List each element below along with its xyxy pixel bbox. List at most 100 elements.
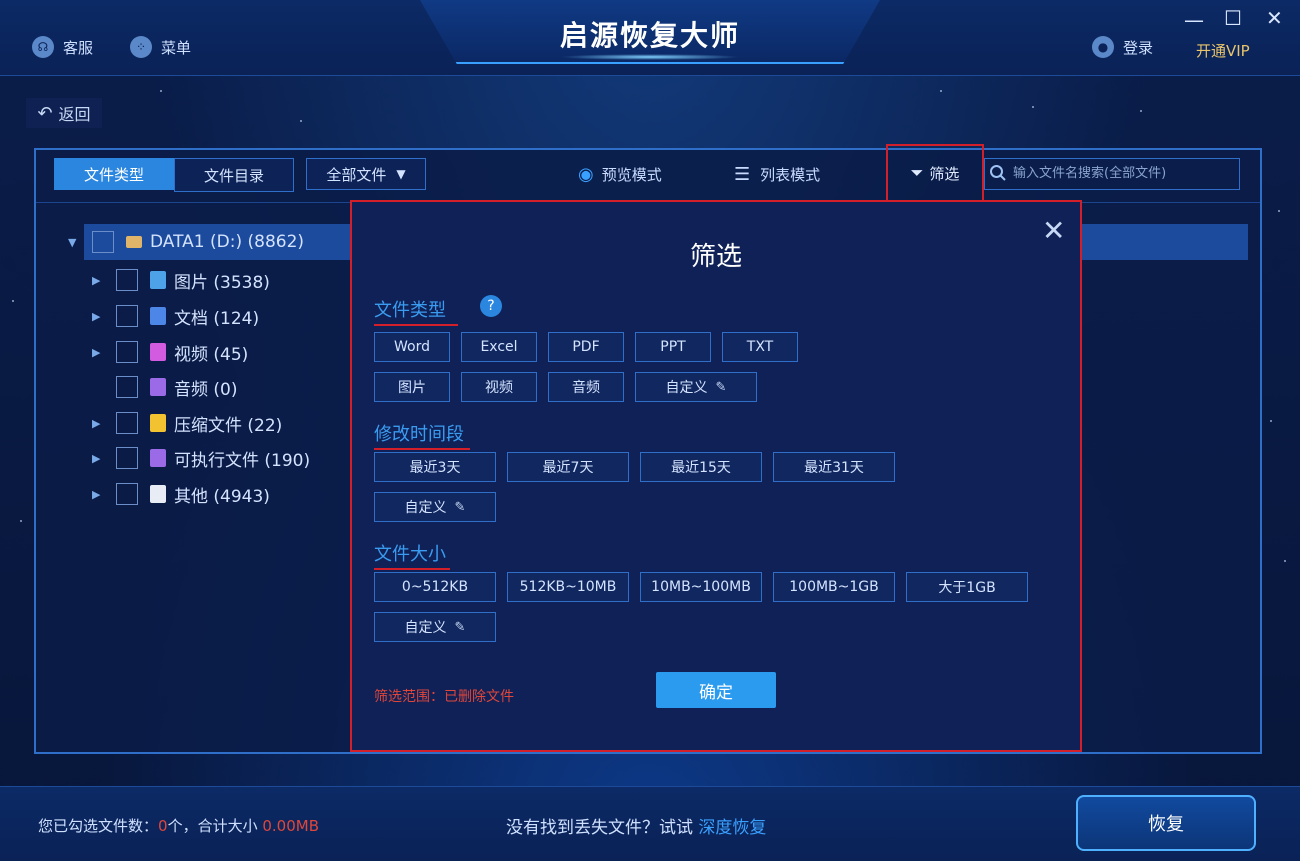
- tree-item-archives[interactable]: ▶ 压缩文件 (22): [92, 405, 282, 441]
- tree-item-videos[interactable]: ▶ 视频 (45): [92, 334, 248, 370]
- tree-checkbox[interactable]: [116, 483, 138, 505]
- filter-option-last-7-days[interactable]: 最近7天: [507, 452, 629, 482]
- filter-option-last-15-days[interactable]: 最近15天: [640, 452, 762, 482]
- list-mode-button[interactable]: ☰ 列表模式: [734, 164, 820, 185]
- tree-item-documents[interactable]: ▶ 文档 (124): [92, 298, 259, 334]
- tree-item-audio[interactable]: 音频 (0): [92, 369, 237, 405]
- pencil-icon: ✎: [454, 499, 466, 515]
- section-title: 修改时间段: [374, 424, 464, 445]
- deep-recovery-tip: 没有找到丢失文件？试试 深度恢复: [506, 818, 767, 838]
- expand-arrow-icon[interactable]: ▶: [92, 452, 106, 465]
- filter-option-last-3-days[interactable]: 最近3天: [374, 452, 496, 482]
- close-window-button[interactable]: ✕: [1266, 6, 1283, 30]
- section-file-size: 文件大小: [374, 540, 450, 570]
- filter-option-custom-time[interactable]: 自定义 ✎: [374, 492, 496, 522]
- tab-file-directory[interactable]: 文件目录: [174, 158, 294, 192]
- tree-item-images[interactable]: ▶ 图片 (3538): [92, 262, 270, 298]
- bottom-bar: 您已勾选文件数：0个，合计大小 0.00MB 没有找到丢失文件？试试 深度恢复 …: [0, 786, 1300, 861]
- tree-checkbox[interactable]: [116, 447, 138, 469]
- tree-item-others[interactable]: ▶ 其他 (4943): [92, 476, 270, 512]
- login-label: 登录: [1123, 38, 1154, 57]
- filter-option-video[interactable]: 视频: [461, 372, 537, 402]
- help-icon[interactable]: ?: [480, 295, 502, 317]
- tree-item-executables[interactable]: ▶ 可执行文件 (190): [92, 440, 310, 476]
- filter-dialog: 筛选 ✕ 文件类型 ? Word Excel PDF PPT TXT 图片 视频…: [350, 200, 1082, 752]
- filter-option-custom-size[interactable]: 自定义 ✎: [374, 612, 496, 642]
- close-icon: ✕: [1042, 214, 1066, 247]
- section-modified-time: 修改时间段: [374, 420, 470, 450]
- recover-button[interactable]: 恢复: [1076, 795, 1256, 851]
- filter-icon: ⏷: [910, 163, 924, 182]
- filter-option-last-31-days[interactable]: 最近31天: [773, 452, 895, 482]
- filter-option-size-10mb-100mb[interactable]: 10MB~100MB: [640, 572, 762, 602]
- maximize-button[interactable]: ☐: [1224, 6, 1242, 30]
- tree-checkbox[interactable]: [116, 305, 138, 327]
- tree-item-label: 可执行文件 (190): [174, 450, 311, 471]
- filter-option-pdf[interactable]: PDF: [548, 332, 624, 362]
- drive-icon: [126, 236, 142, 248]
- filter-option-size-0-512kb[interactable]: 0~512KB: [374, 572, 496, 602]
- dialog-title: 筛选: [689, 242, 742, 272]
- tree-checkbox[interactable]: [116, 376, 138, 398]
- expand-arrow-icon[interactable]: ▼: [68, 236, 82, 249]
- close-icon: ✕: [1266, 6, 1283, 30]
- filter-option-size-512kb-10mb[interactable]: 512KB~10MB: [507, 572, 629, 602]
- tree-item-label: 压缩文件 (22): [174, 415, 283, 436]
- preview-mode-label: 预览模式: [601, 166, 662, 184]
- toolbar: 文件类型 文件目录 全部文件 ▼ ◉ 预览模式 ☰ 列表模式 ⏷ 筛选: [36, 144, 1260, 203]
- selection-summary: 您已勾选文件数：0个，合计大小 0.00MB: [38, 817, 319, 835]
- audio-file-icon: [150, 378, 166, 396]
- selected-count: 0: [158, 817, 168, 835]
- filter-option-size-100mb-1gb[interactable]: 100MB~1GB: [773, 572, 895, 602]
- filter-option-audio[interactable]: 音频: [548, 372, 624, 402]
- filter-option-size-over-1gb[interactable]: 大于1GB: [906, 572, 1028, 602]
- customer-service-button[interactable]: ☊ 客服: [32, 36, 93, 58]
- search-box: [984, 158, 1240, 190]
- tree-item-label: 音频 (0): [174, 379, 238, 400]
- expand-arrow-icon[interactable]: ▶: [92, 310, 106, 323]
- filter-option-txt[interactable]: TXT: [722, 332, 798, 362]
- deep-recovery-link[interactable]: 深度恢复: [698, 818, 766, 838]
- filter-option-custom-type[interactable]: 自定义 ✎: [635, 372, 757, 402]
- minimize-button[interactable]: —: [1184, 8, 1204, 32]
- tree-item-label: 文档 (124): [174, 308, 260, 329]
- grid-icon: ⁘: [130, 36, 152, 58]
- expand-arrow-icon[interactable]: ▶: [92, 346, 106, 359]
- menu-label: 菜单: [161, 38, 192, 57]
- back-button[interactable]: ↶ 返回: [26, 98, 102, 128]
- tree-checkbox[interactable]: [116, 341, 138, 363]
- file-scope-dropdown[interactable]: 全部文件 ▼: [306, 158, 426, 190]
- preview-mode-button[interactable]: ◉ 预览模式: [578, 164, 662, 185]
- expand-arrow-icon[interactable]: ▶: [92, 274, 106, 287]
- dialog-close-button[interactable]: ✕: [1042, 214, 1065, 247]
- login-button[interactable]: ● 登录: [1092, 36, 1153, 58]
- tree-checkbox[interactable]: [92, 231, 114, 253]
- tree-item-label: 其他 (4943): [174, 486, 270, 507]
- minimize-icon: —: [1184, 8, 1204, 32]
- customer-service-label: 客服: [63, 38, 94, 57]
- expand-arrow-icon[interactable]: ▶: [92, 417, 106, 430]
- option-label: 自定义: [404, 500, 447, 516]
- menu-button[interactable]: ⁘ 菜单: [130, 36, 191, 58]
- filter-option-excel[interactable]: Excel: [461, 332, 537, 362]
- tab-file-type[interactable]: 文件类型: [54, 158, 174, 190]
- filter-option-ppt[interactable]: PPT: [635, 332, 711, 362]
- filter-option-image[interactable]: 图片: [374, 372, 450, 402]
- eye-icon: ◉: [578, 164, 594, 185]
- archive-file-icon: [150, 414, 166, 432]
- dropdown-value: 全部文件: [326, 165, 387, 184]
- list-icon: ☰: [734, 164, 751, 185]
- filter-option-word[interactable]: Word: [374, 332, 450, 362]
- vip-button[interactable]: 开通VIP: [1196, 40, 1250, 61]
- expand-arrow-icon[interactable]: ▶: [92, 488, 106, 501]
- chevron-down-icon: ▼: [396, 167, 406, 181]
- other-file-icon: [150, 485, 166, 503]
- tree-checkbox[interactable]: [116, 412, 138, 434]
- filter-button[interactable]: ⏷ 筛选: [886, 144, 984, 202]
- search-input[interactable]: [1013, 159, 1233, 187]
- confirm-button[interactable]: 确定: [656, 672, 776, 708]
- option-label: 自定义: [665, 380, 708, 396]
- document-file-icon: [150, 307, 166, 325]
- user-icon: ●: [1092, 36, 1114, 58]
- tree-checkbox[interactable]: [116, 269, 138, 291]
